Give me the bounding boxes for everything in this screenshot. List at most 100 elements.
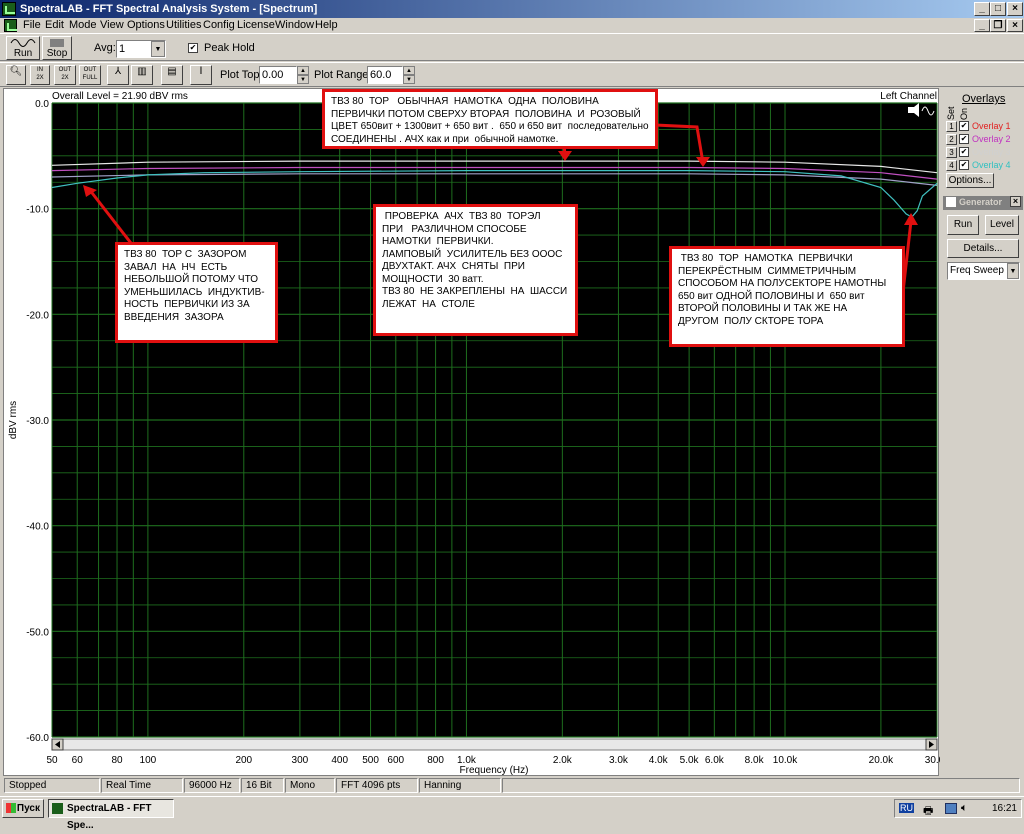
zoom-button[interactable]: 🔍︎ (6, 65, 26, 85)
plot-top-up-icon[interactable]: ▲ (297, 66, 309, 75)
x-tick-label: 10.0k (773, 755, 798, 766)
x-tick-label: 6.0k (705, 755, 725, 766)
magnifier-icon: 🔍︎ (9, 66, 23, 77)
generator-mode-select[interactable]: Freq Sweep ▼ (947, 262, 1020, 280)
zoom-in-2x-button[interactable]: IN 2X (30, 65, 50, 85)
child-restore-icon[interactable]: ❐ (990, 19, 1006, 32)
x-tick-label: 800 (427, 755, 444, 766)
menu-help[interactable]: Help (315, 19, 338, 31)
overlay-on-2-checkbox[interactable]: ✔ (959, 134, 969, 144)
generator-icon (946, 197, 956, 207)
language-indicator[interactable]: RU (899, 803, 914, 813)
zoom-full-button[interactable]: OUT FULL (79, 65, 101, 85)
generator-close-icon[interactable]: × (1010, 196, 1021, 207)
printer-icon[interactable]: 🖶︎ (923, 802, 933, 821)
taskbar: Пуск SpectraLAB - FFT Spe... RU 🖶︎ 🔈︎ 16… (0, 796, 1024, 831)
menu-edit[interactable]: Edit (45, 19, 64, 31)
plot-top-down-icon[interactable]: ▼ (297, 75, 309, 84)
spectrum-plot[interactable]: 0.0 -10.0 -20.0 -30.0 -40.0 -50.0 -60.0 50 60 80… (3, 88, 940, 776)
status-bar: Stopped Real Time 96000 Hz 16 Bit Mono F… (0, 776, 1024, 794)
title-bar: SpectraLAB - FFT Spectral Analysis Syste… (0, 0, 1024, 18)
plot-top-input[interactable]: 0.00 (259, 66, 297, 84)
overlay-2-label: Overlay 2 (972, 134, 1011, 144)
annotation-top: ТВЗ 80 ТОР ОБЫЧНАЯ НАМОТКА ОДНА ПОЛОВИНА… (322, 89, 658, 149)
bar-plot-icon: ▥ (137, 66, 147, 77)
x-tick-label: 3.0k (609, 755, 629, 766)
generator-level-button[interactable]: Level (985, 215, 1019, 235)
zoom-in-icon: IN 2X (36, 67, 44, 81)
stop-button[interactable]: Stop (42, 36, 72, 60)
menu-utilities[interactable]: Utilities (166, 19, 201, 31)
status-sample-rate: 96000 Hz (184, 778, 240, 793)
table-button[interactable]: ▤ (161, 65, 183, 85)
window-title: SpectraLAB - FFT Spectral Analysis Syste… (20, 3, 318, 15)
avg-select[interactable]: 1 ▼ (116, 40, 166, 58)
menu-view[interactable]: View (100, 19, 124, 31)
menu-mode[interactable]: Mode (69, 19, 97, 31)
status-window: Hanning (419, 778, 501, 793)
line-plot-button[interactable]: ⅄ (107, 65, 129, 85)
status-bits: 16 Bit (241, 778, 284, 793)
plot-top-label: Plot Top: (220, 69, 263, 81)
run-button[interactable]: Run (6, 36, 40, 60)
y-tick-label: -30.0 (26, 416, 49, 427)
overall-level: Overall Level = 21.90 dBV rms (52, 91, 188, 102)
h-scrollbar[interactable] (51, 738, 938, 751)
minimize-icon[interactable]: _ (974, 2, 990, 16)
run-button-label: Run (13, 48, 33, 59)
doc-icon (4, 19, 17, 32)
generator-details-button[interactable]: Details... (947, 239, 1019, 258)
menu-window[interactable]: Window (275, 19, 314, 31)
overlay-options-button[interactable]: Options... (946, 173, 994, 188)
avg-value: 1 (119, 43, 126, 55)
windows-logo-icon (6, 803, 16, 813)
start-button[interactable]: Пуск (2, 799, 44, 818)
menu-options[interactable]: Options (127, 19, 165, 31)
zoom-out-2x-button[interactable]: OUT 2X (54, 65, 76, 85)
plot-range-label: Plot Range: (314, 69, 372, 81)
menu-config[interactable]: Config (203, 19, 235, 31)
overlay-set-2-button[interactable]: 2 (946, 134, 957, 145)
x-tick-label: 100 (140, 755, 157, 766)
plot-range-down-icon[interactable]: ▼ (403, 75, 415, 84)
x-tick-label: 4.0k (649, 755, 669, 766)
status-mode: Real Time (101, 778, 183, 793)
child-minimize-icon[interactable]: _ (974, 19, 990, 32)
status-message (502, 778, 1020, 793)
peak-hold-checkbox[interactable]: ✔ (188, 43, 198, 53)
toolbar-plot: 🔍︎ IN 2X OUT 2X OUT FULL ⅄ ▥ ▤ Ⅰ Plot Top: … (0, 62, 1024, 87)
bar-plot-button[interactable]: ▥ (131, 65, 153, 85)
system-tray: RU 🖶︎ 🔈︎ 16:21 (894, 799, 1022, 818)
sine-icon (10, 39, 36, 47)
menu-license[interactable]: License (237, 19, 275, 31)
speaker-icon[interactable]: 🔈︎ (961, 802, 968, 815)
overlay-set-3-button[interactable]: 3 (946, 147, 957, 158)
task-label: SpectraLAB - FFT Spe... (67, 803, 152, 831)
overlays-set-label: Set (946, 106, 956, 120)
overlay-on-4-checkbox[interactable]: ✔ (959, 160, 969, 170)
status-channels: Mono (285, 778, 335, 793)
child-close-icon[interactable]: × (1007, 19, 1023, 32)
overlays-on-label: On (959, 107, 969, 120)
task-spectralab[interactable]: SpectraLAB - FFT Spe... (48, 799, 174, 831)
x-tick-label: 8.0k (745, 755, 765, 766)
overlay-1-label: Overlay 1 (972, 121, 1011, 131)
annotation-center: ПРОВЕРКА АЧХ ТВЗ 80 ТОРЭЛ ПРИ РАЗЛИЧНОМ … (373, 204, 578, 336)
x-tick-label: 2.0k (553, 755, 573, 766)
network-icon[interactable] (945, 803, 957, 814)
x-tick-label: 500 (362, 755, 379, 766)
x-tick-label: 400 (331, 755, 348, 766)
cursor-button[interactable]: Ⅰ (190, 65, 212, 85)
overlay-set-1-button[interactable]: 1 (946, 121, 957, 132)
overlay-set-4-button[interactable]: 4 (946, 160, 957, 171)
close-icon[interactable]: × (1007, 2, 1023, 16)
menu-file[interactable]: File (23, 19, 41, 31)
overlay-on-3-checkbox[interactable]: ✔ (959, 147, 969, 157)
plot-range-up-icon[interactable]: ▲ (403, 66, 415, 75)
maximize-icon[interactable]: □ (990, 2, 1006, 16)
plot-range-input[interactable]: 60.0 (367, 66, 403, 84)
y-tick-label: -10.0 (26, 205, 49, 216)
overlay-on-1-checkbox[interactable]: ✔ (959, 121, 969, 131)
y-tick-label: 0.0 (35, 99, 49, 110)
generator-run-button[interactable]: Run (947, 215, 979, 235)
